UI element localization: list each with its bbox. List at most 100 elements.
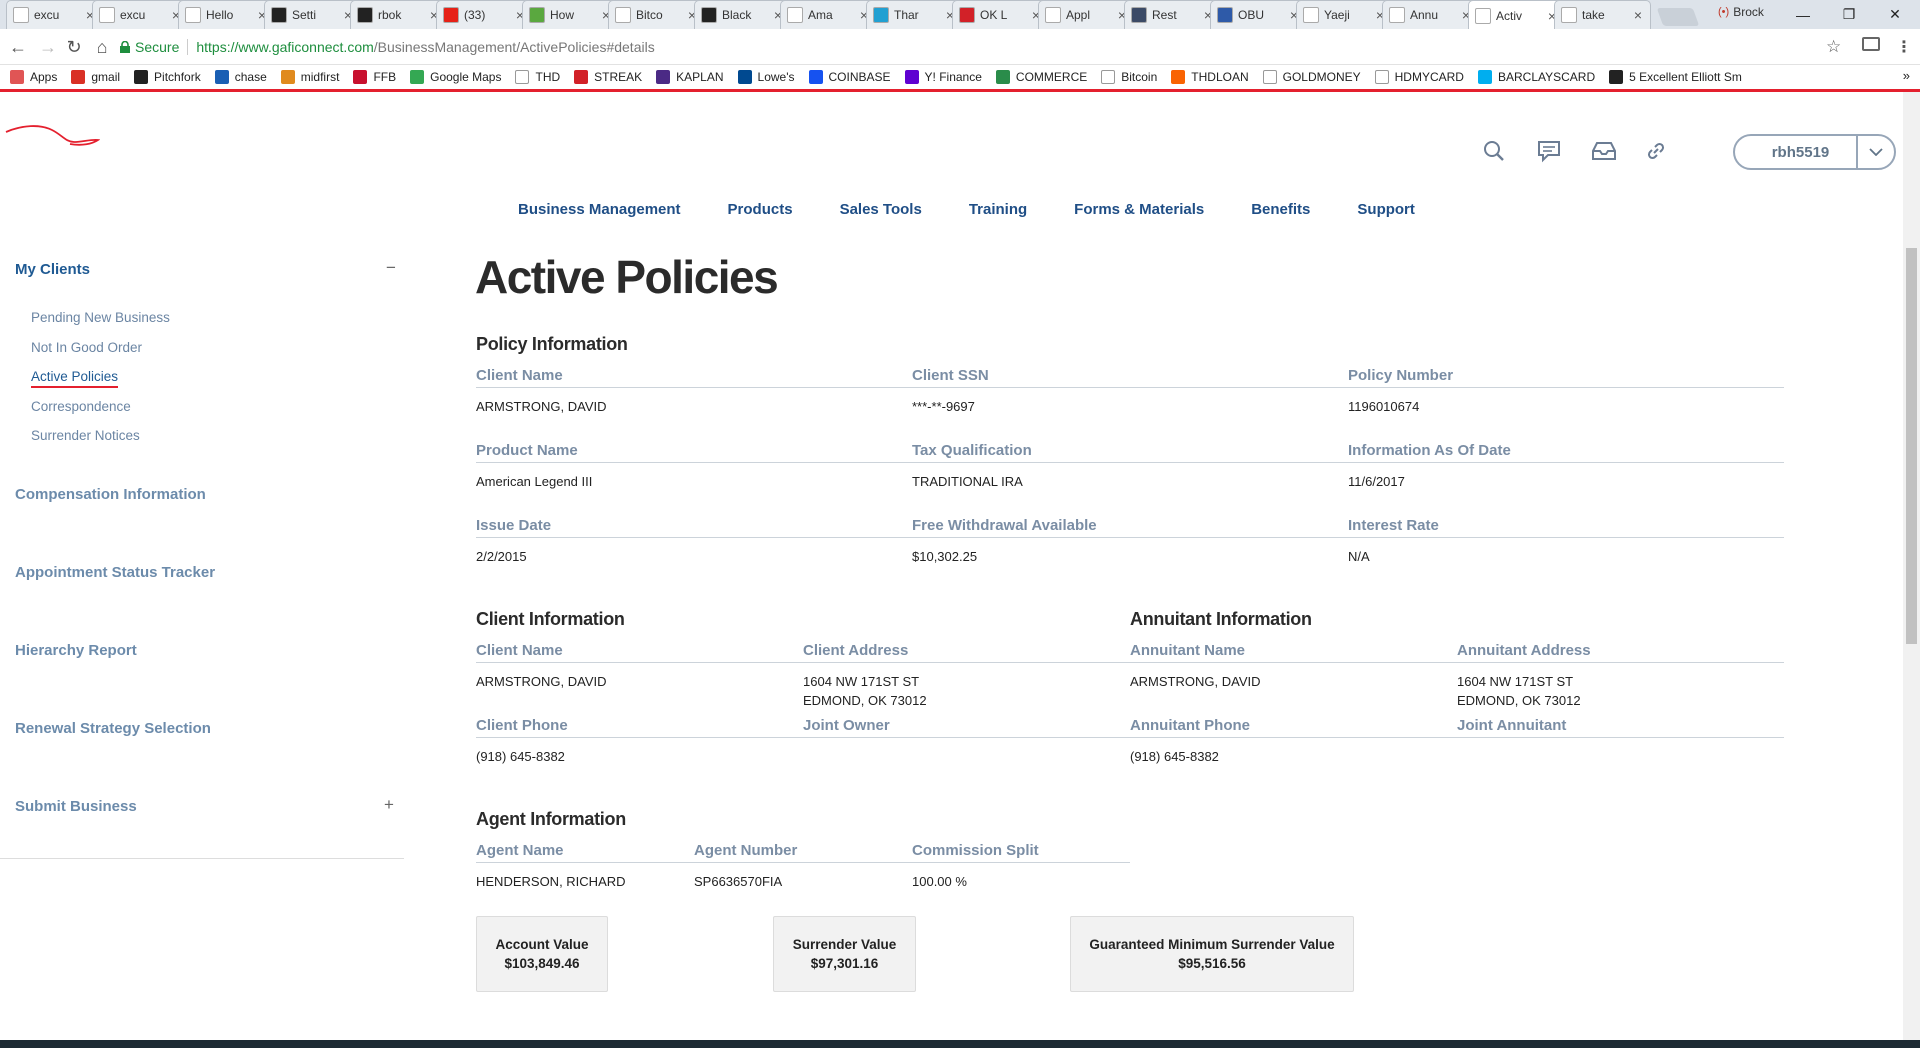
browser-tab[interactable]: excu × — [6, 0, 103, 29]
browser-tab[interactable]: OBU × — [1210, 0, 1307, 29]
bookmark-item[interactable]: KAPLAN — [656, 70, 724, 84]
sidebar-appointment-status-tracker[interactable]: Appointment Status Tracker — [15, 564, 215, 581]
user-menu[interactable]: rbh5519 — [1733, 134, 1896, 170]
browser-tab[interactable]: Bitco × — [608, 0, 705, 29]
username[interactable]: rbh5519 — [1735, 144, 1856, 161]
cast-icon[interactable] — [1862, 37, 1880, 51]
chat-icon[interactable] — [1535, 138, 1563, 164]
back-button[interactable]: ← — [6, 35, 30, 59]
information-date-label: Information As Of Date — [1348, 442, 1511, 459]
browser-tab[interactable]: Annu × — [1382, 0, 1479, 29]
sidebar-renewal-strategy-selection[interactable]: Renewal Strategy Selection — [15, 720, 211, 737]
restore-button[interactable]: ❐ — [1826, 0, 1872, 29]
browser-tab[interactable]: excu × — [92, 0, 189, 29]
nav-products[interactable]: Products — [728, 201, 793, 218]
annuitant-address-line1: 1604 NW 171ST ST — [1457, 674, 1574, 689]
close-window-button[interactable]: ✕ — [1872, 0, 1918, 29]
browser-tab[interactable]: rbok × — [350, 0, 447, 29]
reload-button[interactable]: ↻ — [62, 35, 86, 59]
bookmark-item[interactable]: Bitcoin — [1101, 70, 1157, 84]
close-tab-icon[interactable]: × — [1632, 7, 1644, 23]
bookmark-item[interactable]: HDMYCARD — [1374, 70, 1464, 84]
nav-forms-materials[interactable]: Forms & Materials — [1074, 201, 1204, 218]
nav-business-management[interactable]: Business Management — [518, 201, 681, 218]
kaplan-icon — [656, 70, 671, 84]
sidebar-hierarchy-report[interactable]: Hierarchy Report — [15, 642, 137, 659]
bookmark-item[interactable]: COINBASE — [808, 70, 891, 84]
collapse-icon[interactable]: − — [386, 258, 396, 278]
minimize-button[interactable]: — — [1780, 0, 1826, 29]
browser-tab[interactable]: Rest × — [1124, 0, 1221, 29]
browser-tab[interactable]: Yaeji × — [1296, 0, 1393, 29]
issue-date-value: 2/2/2015 — [476, 549, 527, 564]
browser-tab[interactable]: Setti × — [264, 0, 361, 29]
bookmark-item[interactable]: Pitchfork — [134, 70, 201, 84]
sidebar-item-correspondence[interactable]: Correspondence — [31, 399, 131, 414]
bookmark-item[interactable]: GOLDMONEY — [1262, 70, 1361, 84]
bookmarks-overflow-icon[interactable]: » — [1903, 68, 1910, 83]
company-logo[interactable] — [4, 122, 100, 158]
bookmark-item[interactable]: FFB — [353, 70, 396, 84]
address-bar[interactable]: Secure https://www.gaficonnect.com/Busin… — [120, 33, 1846, 61]
bookmark-item[interactable]: BARCLAYSCARD — [1477, 70, 1595, 84]
profile-chip[interactable]: (•) Brock — [1718, 5, 1764, 19]
bookmark-item[interactable]: Lowe's — [737, 70, 795, 84]
bookmark-item[interactable]: Apps — [10, 70, 57, 84]
sidebar-item-pending-new-business[interactable]: Pending New Business — [31, 310, 170, 325]
client-address-line2: EDMOND, OK 73012 — [803, 693, 927, 708]
bookmark-item[interactable]: THDLOAN — [1171, 70, 1249, 84]
chevron-down-icon[interactable] — [1856, 136, 1894, 168]
link-icon[interactable] — [1642, 138, 1670, 164]
home-button[interactable]: ⌂ — [90, 35, 114, 59]
bookmark-item[interactable]: Google Maps — [410, 70, 501, 84]
bookmark-label: midfirst — [300, 70, 340, 84]
browser-tab[interactable]: Activ × — [1468, 0, 1565, 30]
nav-benefits[interactable]: Benefits — [1251, 201, 1310, 218]
client-name-value: ARMSTRONG, DAVID — [476, 399, 607, 414]
bookmark-item[interactable]: midfirst — [280, 70, 340, 84]
browser-tab[interactable]: (33) × — [436, 0, 533, 29]
forward-button[interactable]: → — [36, 35, 60, 59]
browser-tab[interactable]: Black × — [694, 0, 791, 29]
browser-tab[interactable]: Ama × — [780, 0, 877, 29]
sidebar-item-active-policies[interactable]: Active Policies — [31, 369, 119, 388]
bookmark-item[interactable]: Y! Finance — [904, 70, 982, 84]
browser-tab[interactable]: OK L × — [952, 0, 1049, 29]
bookmark-item[interactable]: THD — [515, 70, 560, 84]
browser-tab[interactable]: take × — [1554, 0, 1651, 29]
inbox-icon[interactable] — [1590, 138, 1618, 164]
bookmark-label: gmail — [91, 70, 121, 84]
search-icon[interactable] — [1480, 138, 1508, 164]
sidebar-my-clients[interactable]: My Clients — [15, 261, 90, 278]
sidebar-compensation-information[interactable]: Compensation Information — [15, 486, 206, 503]
sidebar-item-surrender-notices[interactable]: Surrender Notices — [31, 428, 140, 443]
browser-tab[interactable]: Appl × — [1038, 0, 1135, 29]
youtube-icon — [443, 7, 459, 23]
nav-training[interactable]: Training — [969, 201, 1027, 218]
sidebar-submit-business[interactable]: Submit Business — [15, 798, 137, 815]
bookmark-star-icon[interactable]: ☆ — [1826, 37, 1841, 57]
browser-tab-title: OBU — [1238, 8, 1265, 22]
bookmark-item[interactable]: 5 Excellent Elliott Sm — [1609, 70, 1742, 84]
swoosh-icon — [1389, 7, 1405, 23]
page-scrollbar-thumb[interactable] — [1906, 248, 1917, 644]
expand-icon[interactable]: + — [384, 795, 394, 815]
nav-sales-tools[interactable]: Sales Tools — [840, 201, 922, 218]
policy-number-label: Policy Number — [1348, 367, 1454, 384]
browser-tab[interactable]: Thar × — [866, 0, 963, 29]
guaranteed-minimum-surrender-value-box: Guaranteed Minimum Surrender Value $95,5… — [1070, 916, 1354, 992]
bookmark-item[interactable]: gmail — [71, 70, 120, 84]
nav-support[interactable]: Support — [1357, 201, 1415, 218]
url-host: https://www.gaficonnect.com — [196, 39, 374, 55]
bookmark-item[interactable]: STREAK — [574, 70, 642, 84]
streak-icon — [574, 70, 589, 84]
browser-menu-icon[interactable]: ⋮ — [1896, 37, 1912, 57]
sidebar-item-not-in-good-order[interactable]: Not In Good Order — [31, 340, 142, 355]
client-ssn-label: Client SSN — [912, 367, 989, 384]
secure-indicator[interactable]: Secure — [120, 39, 179, 55]
bookmark-item[interactable]: COMMERCE — [995, 70, 1087, 84]
browser-tab[interactable]: Hello × — [178, 0, 275, 29]
browser-tab[interactable]: How × — [522, 0, 619, 29]
bookmark-item[interactable]: chase — [214, 70, 267, 84]
new-tab-button[interactable] — [1656, 8, 1700, 26]
